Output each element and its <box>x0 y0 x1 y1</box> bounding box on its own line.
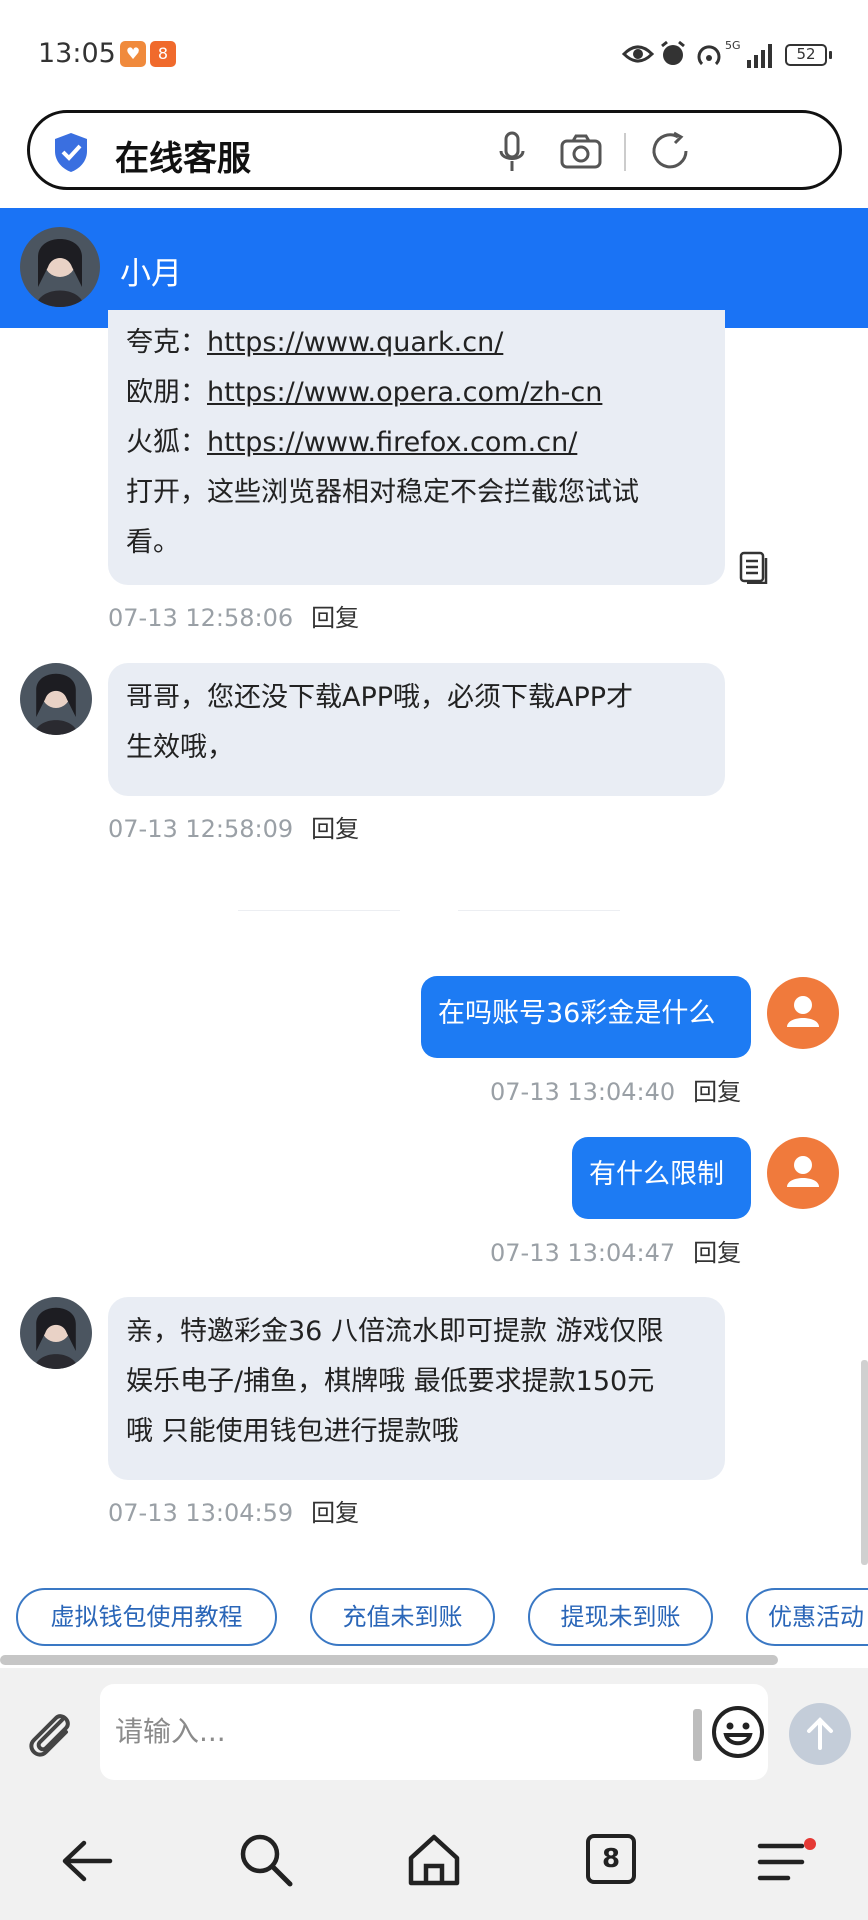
quick-reply-chip[interactable]: 优惠活动 <box>746 1588 868 1646</box>
message-meta: 07-13 13:04:59 回复 <box>108 1493 359 1528</box>
agent-avatar <box>20 1297 92 1369</box>
message-link[interactable]: https://www.quark.cn/ <box>207 327 503 358</box>
message-input-box[interactable] <box>100 1684 768 1780</box>
agent-message-bubble: 哥哥，您还没下载APP哦，必须下载APP才 生效哦， <box>108 663 725 796</box>
message-line: 生效哦， <box>126 732 234 763</box>
message-time: 07-13 13:04:40 <box>490 1078 676 1106</box>
network-type: 5G <box>725 39 741 52</box>
agent-name: 小月 <box>120 256 182 292</box>
message-line: 娱乐电子/捕鱼，棋牌哦 最低要求提款150元 <box>126 1366 655 1397</box>
reply-button[interactable]: 回复 <box>311 1499 359 1527</box>
message-time: 07-13 13:04:47 <box>490 1239 676 1267</box>
reply-button[interactable]: 回复 <box>311 604 359 632</box>
divider <box>458 910 620 911</box>
copy-icon[interactable] <box>738 550 770 584</box>
message-time: 07-13 12:58:06 <box>108 604 294 632</box>
address-bar[interactable]: 在线客服 <box>27 110 842 190</box>
input-bar <box>0 1668 868 1800</box>
agent-avatar <box>20 227 100 307</box>
notification-app-icon-2: 8 <box>150 41 176 67</box>
message-line: 欧朋：https://www.opera.com/zh-cn <box>126 377 603 408</box>
status-bar: 13:05 ♥ 8 5G 52 <box>0 0 868 105</box>
battery-indicator: 52 <box>785 44 832 66</box>
user-message-bubble: 在吗账号36彩金是什么 <box>421 976 751 1058</box>
user-avatar <box>767 977 839 1049</box>
attachment-icon[interactable] <box>22 1706 78 1762</box>
reply-button[interactable]: 回复 <box>693 1239 741 1267</box>
status-time: 13:05 <box>38 38 116 69</box>
quick-reply-chip[interactable]: 充值未到账 <box>310 1588 495 1646</box>
user-icon <box>787 996 819 1027</box>
horizontal-scrollbar[interactable] <box>0 1655 778 1665</box>
divider <box>624 133 626 171</box>
message-link[interactable]: https://www.opera.com/zh-cn <box>207 377 602 408</box>
send-button[interactable] <box>788 1702 852 1766</box>
search-icon[interactable] <box>238 1832 294 1888</box>
agent-message-bubble: 亲，特邀彩金36 八倍流水即可提款 游戏仅限 娱乐电子/捕鱼，棋牌哦 最低要求提… <box>108 1297 725 1480</box>
message-line: 亲，特邀彩金36 八倍流水即可提款 游戏仅限 <box>126 1316 664 1347</box>
message-line: 哦 只能使用钱包进行提款哦 <box>126 1416 459 1447</box>
user-avatar <box>767 1137 839 1209</box>
page-title: 在线客服 <box>115 139 251 179</box>
message-line: 火狐：https://www.firefox.com.cn/ <box>126 427 578 458</box>
quick-reply-chip[interactable]: 虚拟钱包使用教程 <box>16 1588 277 1646</box>
message-line: 夸克：https://www.quark.cn/ <box>126 327 504 358</box>
hotspot-icon <box>697 45 721 66</box>
refresh-icon[interactable] <box>648 129 692 173</box>
eye-icon <box>622 45 654 63</box>
agent-avatar <box>20 663 92 735</box>
tabs-button[interactable]: 8 <box>586 1834 636 1884</box>
notification-app-icon: ♥ <box>120 41 146 67</box>
emoji-icon[interactable] <box>710 1704 766 1760</box>
message-meta: 07-13 12:58:06 回复 <box>108 598 359 633</box>
camera-icon[interactable] <box>560 133 602 169</box>
browser-bottom-nav: 8 <box>0 1800 868 1920</box>
message-meta: 07-13 13:04:47 回复 <box>490 1233 741 1268</box>
home-icon[interactable] <box>406 1832 462 1888</box>
alarm-icon <box>661 40 685 65</box>
message-meta: 07-13 12:58:09 回复 <box>108 809 359 844</box>
microphone-icon[interactable] <box>498 131 526 173</box>
reply-button[interactable]: 回复 <box>693 1078 741 1106</box>
input-handle <box>693 1709 702 1761</box>
user-icon <box>787 1156 819 1187</box>
back-arrow-icon[interactable] <box>60 1838 114 1884</box>
agent-message-bubble: 夸克：https://www.quark.cn/ 欧朋：https://www.… <box>108 310 725 585</box>
divider <box>238 910 400 911</box>
reply-button[interactable]: 回复 <box>311 815 359 843</box>
quick-reply-chip[interactable]: 提现未到账 <box>528 1588 713 1646</box>
menu-icon[interactable] <box>754 1836 816 1888</box>
message-time: 07-13 12:58:09 <box>108 815 294 843</box>
message-time: 07-13 13:04:59 <box>108 1499 294 1527</box>
message-line: 哥哥，您还没下载APP哦，必须下载APP才 <box>126 682 634 713</box>
message-input[interactable] <box>115 1706 675 1756</box>
signal-icon <box>747 44 772 68</box>
shield-check-icon <box>55 133 87 172</box>
message-line: 打开，这些浏览器相对稳定不会拦截您试试 <box>126 477 639 508</box>
message-line: 看。 <box>126 527 180 558</box>
message-meta: 07-13 13:04:40 回复 <box>490 1072 741 1107</box>
user-message-bubble: 有什么限制 <box>572 1137 751 1219</box>
message-link[interactable]: https://www.firefox.com.cn/ <box>207 427 577 458</box>
scrollbar[interactable] <box>861 1360 868 1565</box>
